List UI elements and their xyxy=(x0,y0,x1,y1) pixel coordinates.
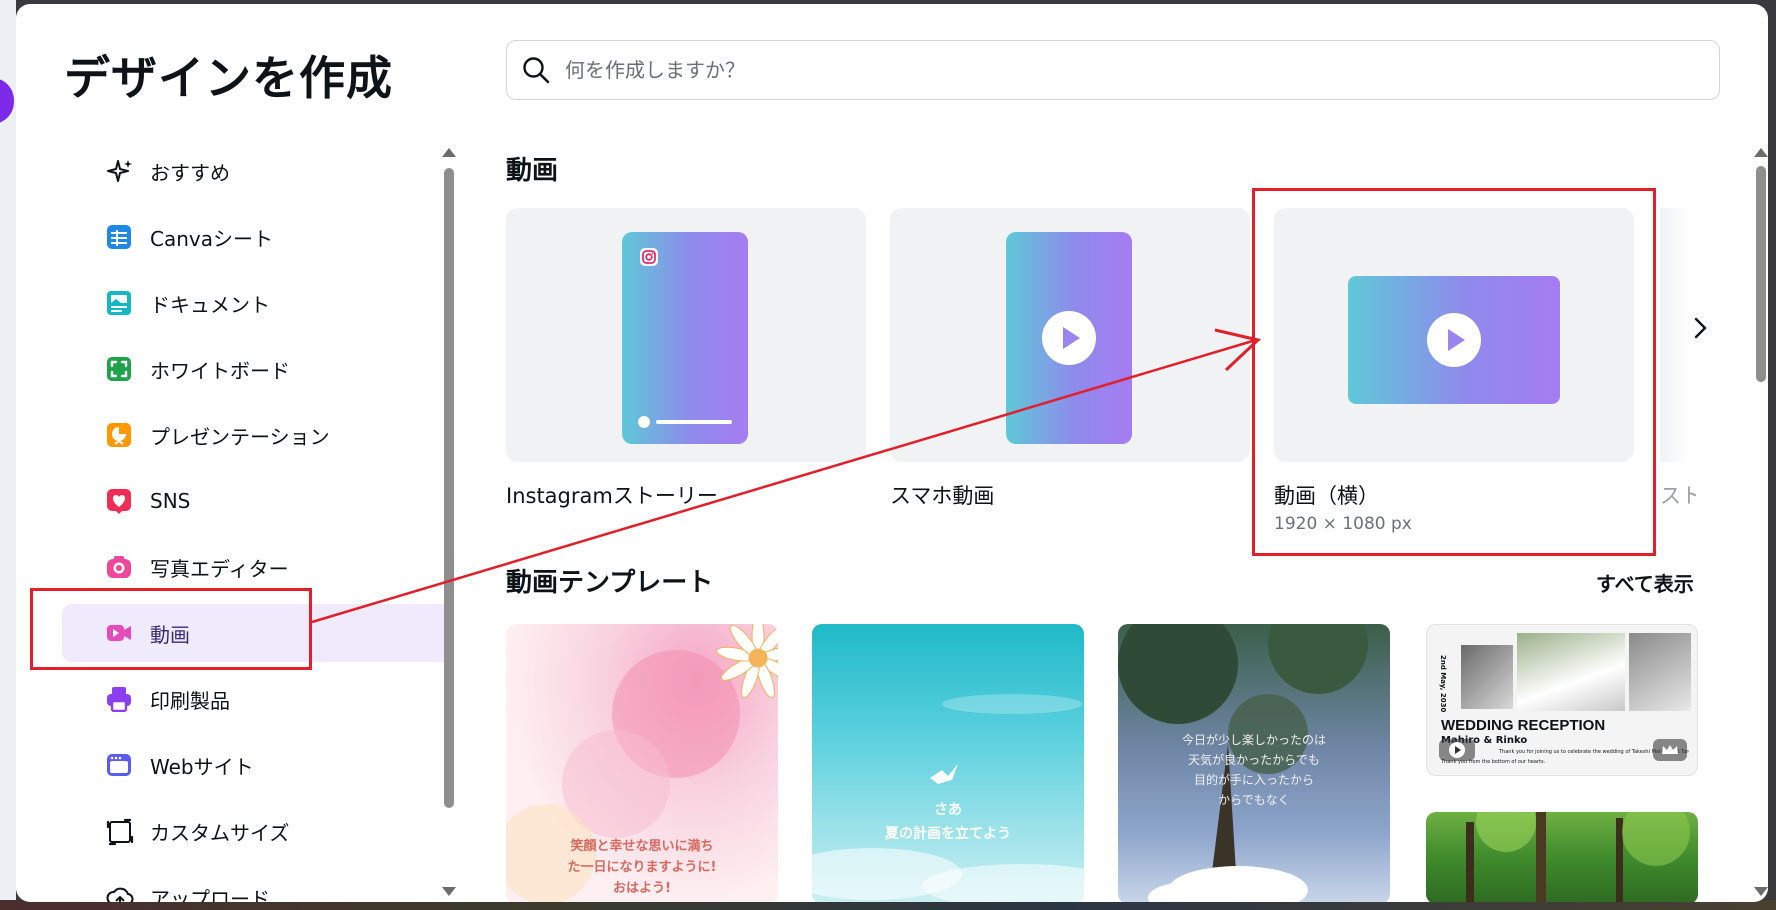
template-text-line: 天気が良かったからでも xyxy=(1188,753,1320,767)
nav-item-presentation[interactable]: プレゼンテーション xyxy=(62,406,452,464)
nav-item-documents[interactable]: ドキュメント xyxy=(62,274,452,332)
modal-title: デザインを作成 xyxy=(64,51,393,105)
heart-icon xyxy=(106,488,132,514)
printer-icon xyxy=(106,686,132,713)
template-card-wedding[interactable]: 2nd May, 2030 WEDDING RECEPTION Mahiro &… xyxy=(1426,624,1698,776)
website-icon xyxy=(106,752,132,778)
card-label: 動画（横） xyxy=(1274,484,1379,508)
nav-item-photo-editor[interactable]: 写真エディター xyxy=(62,538,452,596)
content-scrollbar[interactable] xyxy=(1754,144,1768,900)
story-thumbnail xyxy=(622,232,748,444)
template-text: さあ 夏の計画を立てよう xyxy=(812,798,1084,846)
nav-item-upload[interactable]: アップロード xyxy=(62,868,452,902)
template-text: 笑顔と幸せな思いに満ち た一日になりますように! おはよう! xyxy=(506,836,778,899)
category-nav: おすすめ Canvaシート ドキュメント ホワイトボード プレゼンテーション S… xyxy=(62,142,452,902)
mobile-video-thumbnail xyxy=(1006,232,1132,444)
presentation-icon xyxy=(106,422,132,448)
play-icon xyxy=(1042,311,1096,365)
whiteboard-icon xyxy=(106,356,132,382)
card-size-label: 1920 × 1080 px xyxy=(1274,514,1412,534)
nav-item-recommended[interactable]: おすすめ xyxy=(62,142,452,200)
template-text-line: からでもなく xyxy=(1218,793,1290,807)
custom-size-icon xyxy=(106,818,134,846)
chevron-right-icon[interactable] xyxy=(1686,314,1714,342)
wedding-photo xyxy=(1461,645,1513,709)
crown-icon xyxy=(1653,739,1687,761)
templates-section-title: 動画テンプレート xyxy=(506,568,714,598)
card-label: スト xyxy=(1660,484,1696,508)
template-card[interactable]: 笑顔と幸せな思いに満ち た一日になりますように! おはよう! xyxy=(506,624,778,902)
template-card[interactable]: さあ 夏の計画を立てよう xyxy=(812,624,1084,902)
card-instagram-story[interactable] xyxy=(506,208,866,462)
nav-item-sns[interactable]: SNS xyxy=(62,472,452,530)
nav-label: カスタムサイズ xyxy=(150,820,290,845)
template-text-line: さあ xyxy=(934,802,962,818)
scroll-down-arrow-icon[interactable] xyxy=(1754,887,1768,896)
nav-label: おすすめ xyxy=(150,160,230,185)
nav-label: ドキュメント xyxy=(150,292,270,317)
scroll-up-arrow-icon[interactable] xyxy=(442,148,456,157)
bird-icon xyxy=(930,764,958,784)
upload-icon xyxy=(106,884,134,902)
scroll-thumb[interactable] xyxy=(444,168,454,808)
nav-label: アップロード xyxy=(150,886,270,903)
card-label: スマホ動画 xyxy=(890,484,995,508)
video-section-title: 動画 xyxy=(506,156,559,186)
scroll-thumb[interactable] xyxy=(1756,166,1766,382)
nav-label: Webサイト xyxy=(150,754,254,779)
search-box[interactable] xyxy=(506,40,1720,100)
video-icon xyxy=(106,620,132,646)
nav-label: プレゼンテーション xyxy=(150,424,330,449)
create-design-modal: デザインを作成 おすすめ xyxy=(16,4,1768,902)
nav-item-canva-sheets[interactable]: Canvaシート xyxy=(62,208,452,266)
nav-label: ホワイトボード xyxy=(150,358,290,383)
sky-illustration xyxy=(812,694,1084,902)
wedding-photo xyxy=(1629,633,1691,711)
template-card[interactable]: 今日が少し楽しかったのは 天気が良かったからでも 目的が手に入ったから からでも… xyxy=(1118,624,1390,902)
nav-label: SNS xyxy=(150,489,191,513)
template-text-line: 笑顔と幸せな思いに満ち xyxy=(570,839,714,854)
instagram-icon xyxy=(640,248,658,266)
landscape-video-thumbnail xyxy=(1348,276,1560,404)
template-text-line: 夏の計画を立てよう xyxy=(885,826,1011,842)
nav-label: 写真エディター xyxy=(150,556,289,581)
forest-illustration xyxy=(1466,812,1690,902)
play-icon xyxy=(1427,313,1481,367)
nav-label: Canvaシート xyxy=(150,226,273,251)
card-label: Instagramストーリー xyxy=(506,484,718,508)
progress-dot xyxy=(638,416,650,428)
play-icon xyxy=(1439,739,1475,761)
template-text: 今日が少し楽しかったのは 天気が良かったからでも 目的が手に入ったから からでも… xyxy=(1118,730,1390,810)
nav-scrollbar[interactable] xyxy=(442,144,456,900)
show-all-link[interactable]: すべて表示 xyxy=(1596,568,1694,597)
wedding-title: WEDDING RECEPTION xyxy=(1441,717,1606,734)
template-text-line: た一日になりますように! xyxy=(567,860,717,875)
scroll-down-arrow-icon[interactable] xyxy=(442,887,456,896)
search-icon xyxy=(521,55,551,89)
scroll-up-arrow-icon[interactable] xyxy=(1754,148,1768,157)
nav-item-custom-size[interactable]: カスタムサイズ xyxy=(62,802,452,860)
sheet-icon xyxy=(106,224,132,250)
background-app-strip xyxy=(0,0,16,910)
nav-label: 印刷製品 xyxy=(150,688,230,713)
nav-item-print[interactable]: 印刷製品 xyxy=(62,670,452,728)
template-text-line: おはよう! xyxy=(613,881,671,896)
search-input[interactable] xyxy=(565,51,1685,89)
sparkles-icon xyxy=(106,158,132,184)
camera-icon xyxy=(106,554,132,580)
nav-item-video[interactable]: 動画 xyxy=(62,604,452,662)
template-card-forest[interactable] xyxy=(1426,812,1698,902)
nav-label: 動画 xyxy=(150,622,190,647)
template-text-line: 目的が手に入ったから xyxy=(1193,773,1314,787)
wedding-photo xyxy=(1517,633,1625,711)
wedding-date: 2nd May, 2030 xyxy=(1439,655,1447,713)
progress-line xyxy=(656,420,732,424)
template-text-line: 今日が少し楽しかったのは xyxy=(1181,733,1326,747)
document-icon xyxy=(106,290,132,316)
card-landscape-video[interactable] xyxy=(1274,208,1634,462)
card-mobile-video[interactable] xyxy=(890,208,1250,462)
nav-item-website[interactable]: Webサイト xyxy=(62,736,452,794)
nav-item-whiteboard[interactable]: ホワイトボード xyxy=(62,340,452,398)
